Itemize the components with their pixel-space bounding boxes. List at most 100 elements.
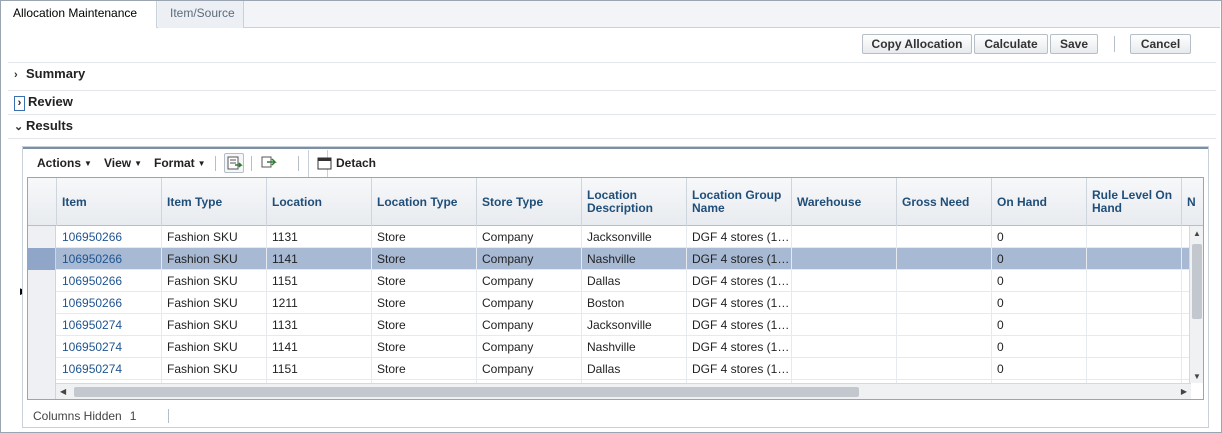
column-header[interactable]: Rule Level On Hand	[1087, 178, 1182, 226]
scroll-up-icon[interactable]: ▲	[1193, 229, 1201, 238]
table-cell: 0	[992, 314, 1087, 336]
table-cell[interactable]: 106950266	[57, 270, 162, 292]
table-cell	[792, 248, 897, 270]
table-cell: DGF 4 stores (1…	[687, 226, 792, 248]
table-row[interactable]: 106950274 Fashion SKU 1141 Store Company Nash…	[28, 336, 1191, 358]
divider	[8, 62, 1216, 63]
column-header[interactable]: Location Type	[372, 178, 477, 226]
table-row[interactable]: 106950266 Fashion SKU 1151 Store Company Dall…	[28, 270, 1191, 292]
table-cell: 1141	[267, 248, 372, 270]
table-cell: 1211	[267, 292, 372, 314]
table-cell	[1087, 226, 1182, 248]
detach-button[interactable]: Detach	[308, 150, 376, 177]
table-row[interactable]: 106950266 Fashion SKU 1131 Store Company Jack…	[28, 226, 1191, 248]
row-header[interactable]	[28, 336, 56, 358]
row-header[interactable]	[28, 358, 56, 380]
summary-section-header[interactable]: › Summary	[14, 66, 85, 81]
column-header[interactable]: Location Group Name	[687, 178, 792, 226]
table-cell: Company	[477, 314, 582, 336]
table-cell: Company	[477, 270, 582, 292]
table-row[interactable]: 106950274 Fashion SKU 1131 Store Company Jack…	[28, 314, 1191, 336]
save-button[interactable]: Save	[1050, 34, 1098, 54]
status-bar: Columns Hidden 1	[33, 409, 136, 423]
table-cell	[792, 336, 897, 358]
column-header[interactable]: Location Description	[582, 178, 687, 226]
table-cell[interactable]: 106950266	[57, 248, 162, 270]
table-cell[interactable]: 106950274	[57, 336, 162, 358]
scroll-right-icon[interactable]: ▶	[1181, 387, 1187, 396]
table-cell: Store	[372, 358, 477, 380]
row-header[interactable]	[28, 314, 56, 336]
horizontal-scroll-thumb[interactable]	[74, 387, 859, 397]
column-header[interactable]: Gross Need	[897, 178, 992, 226]
column-header[interactable]: Item	[57, 178, 162, 226]
export-icon[interactable]	[224, 153, 244, 173]
table-cell: Fashion SKU	[162, 292, 267, 314]
detach-icon	[317, 155, 333, 174]
view-menu[interactable]: View ▼	[104, 156, 142, 170]
row-header[interactable]	[28, 380, 56, 399]
table-cell: Boston	[582, 292, 687, 314]
format-menu-label: Format	[154, 156, 195, 170]
table-cell	[1087, 336, 1182, 358]
divider	[8, 90, 1216, 91]
column-header[interactable]: Store Type	[477, 178, 582, 226]
tab-allocation-maintenance[interactable]: Allocation Maintenance	[1, 1, 157, 29]
scroll-down-icon[interactable]: ▼	[1193, 372, 1201, 381]
review-section-header[interactable]: › Review	[14, 94, 73, 111]
table-cell: DGF 4 stores (1…	[687, 314, 792, 336]
table-cell: Fashion SKU	[162, 226, 267, 248]
row-header[interactable]	[28, 292, 56, 314]
table-cell: Store	[372, 270, 477, 292]
table-row[interactable]: 106950266 Fashion SKU 1141 Store Company Nash…	[28, 248, 1191, 270]
table-cell: 0	[992, 248, 1087, 270]
column-header[interactable]: Warehouse	[792, 178, 897, 226]
table-cell[interactable]: 106950274	[57, 314, 162, 336]
tab-bar: Allocation Maintenance Item/Source	[1, 1, 1220, 29]
cancel-button[interactable]: Cancel	[1130, 34, 1191, 54]
table-cell: 1141	[267, 336, 372, 358]
scroll-left-icon[interactable]: ◀	[60, 387, 66, 396]
table-cell	[1087, 270, 1182, 292]
actions-menu[interactable]: Actions ▼	[37, 156, 92, 170]
table-cell[interactable]: 106950266	[57, 226, 162, 248]
table-cell	[792, 292, 897, 314]
detach-label: Detach	[336, 156, 377, 170]
table-cell	[792, 270, 897, 292]
table-cell	[897, 358, 992, 380]
table-cell: Fashion SKU	[162, 248, 267, 270]
table-cell: DGF 4 stores (1…	[687, 248, 792, 270]
vertical-scroll-thumb[interactable]	[1192, 244, 1202, 319]
table-cell: 1151	[267, 270, 372, 292]
row-header[interactable]	[28, 226, 56, 248]
table-cell: 0	[992, 270, 1087, 292]
caret-down-icon: ▼	[84, 159, 92, 169]
table-cell	[1087, 292, 1182, 314]
toolbar-separator	[298, 156, 299, 171]
table-row[interactable]: 106950274 Fashion SKU 1151 Store Company Dall…	[28, 358, 1191, 380]
column-header[interactable]: Location	[267, 178, 372, 226]
results-section-header[interactable]: ⌄ Results	[14, 118, 73, 133]
column-header[interactable]: Item Type	[162, 178, 267, 226]
table-cell: Dallas	[582, 270, 687, 292]
columns-hidden-count[interactable]: 1	[130, 409, 137, 423]
calculate-button[interactable]: Calculate	[974, 34, 1048, 54]
table-cell[interactable]: 106950266	[57, 292, 162, 314]
table-cell[interactable]: 106950274	[57, 358, 162, 380]
table-row[interactable]: 106950266 Fashion SKU 1211 Store Company Bost…	[28, 292, 1191, 314]
format-menu[interactable]: Format ▼	[154, 156, 206, 170]
column-header[interactable]: N	[1182, 178, 1203, 226]
table-cell: Fashion SKU	[162, 270, 267, 292]
row-header[interactable]	[28, 248, 56, 270]
tab-item-source[interactable]: Item/Source	[158, 1, 244, 28]
wrap-icon[interactable]	[259, 153, 279, 173]
vertical-scrollbar[interactable]: ▲ ▼	[1189, 226, 1203, 383]
horizontal-scrollbar[interactable]: ◀ ▶	[56, 383, 1191, 399]
results-section-title: Results	[26, 118, 73, 133]
row-header[interactable]	[28, 270, 56, 292]
column-header[interactable]: On Hand	[992, 178, 1087, 226]
table-cell	[1087, 248, 1182, 270]
table-cell: Company	[477, 292, 582, 314]
copy-allocation-button[interactable]: Copy Allocation	[862, 34, 972, 54]
table-cell: Fashion SKU	[162, 336, 267, 358]
